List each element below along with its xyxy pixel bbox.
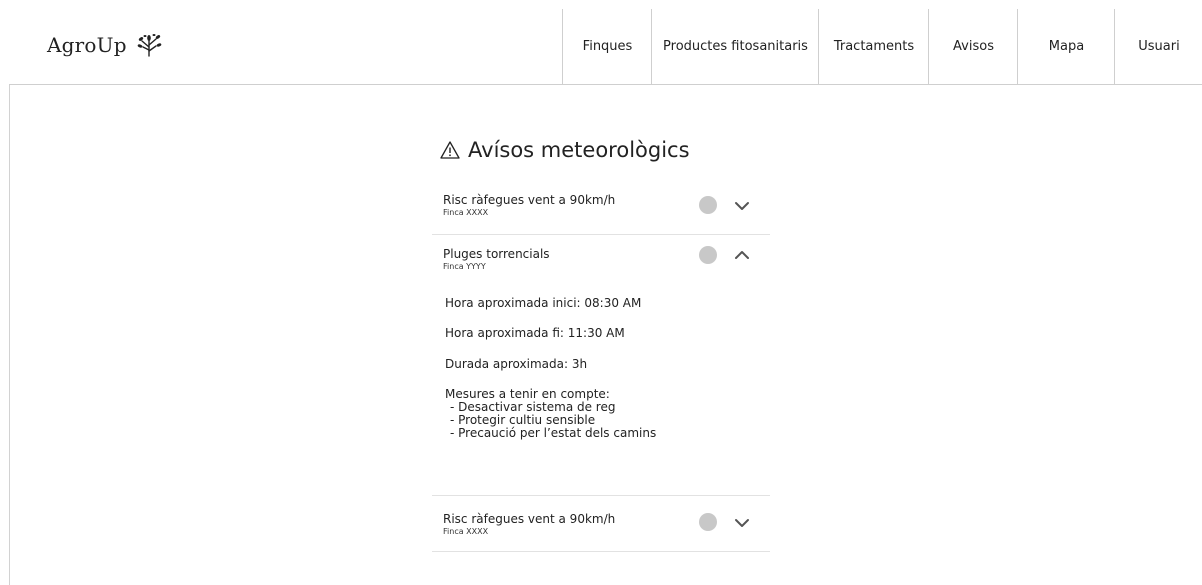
nav-item-tractaments[interactable]: Tractaments — [818, 9, 929, 84]
alert-item[interactable]: Risc ràfegues vent a 90km/h Finca XXXX — [432, 189, 770, 234]
page-title: Avísos meteorològics — [468, 138, 690, 162]
status-dot — [699, 246, 717, 264]
nav-item-label: Mapa — [1048, 39, 1085, 54]
nav-item-label: Finques — [582, 39, 633, 54]
page-title-row: Avísos meteorològics — [440, 138, 690, 162]
nav-item-finques[interactable]: Finques — [562, 9, 652, 84]
nav-item-label: Usuari — [1138, 39, 1180, 54]
chevron-up-icon[interactable] — [734, 250, 750, 260]
warning-icon — [440, 141, 460, 159]
alert-item-expanded[interactable]: Pluges torrencials Finca YYYY Hora aprox… — [432, 235, 770, 495]
alert-farm: Finca XXXX — [443, 208, 489, 217]
alert-duration: Durada aproximada: 3h — [445, 357, 588, 371]
nav-item-label: Tractaments — [833, 39, 915, 54]
top-navigation-bar: AgroUp Finques Productes fitosanitaris T… — [9, 9, 1202, 85]
main-nav: Finques Productes fitosanitaris Tractame… — [9, 9, 1202, 84]
nav-item-usuari[interactable]: Usuari — [1114, 9, 1202, 84]
alert-farm: Finca XXXX — [443, 527, 489, 536]
nav-item-productes-fitosanitaris[interactable]: Productes fitosanitaris — [651, 9, 819, 84]
alert-title: Risc ràfegues vent a 90km/h — [443, 193, 616, 207]
alert-title: Risc ràfegues vent a 90km/h — [443, 512, 616, 526]
alert-title: Pluges torrencials — [443, 247, 550, 261]
chevron-down-icon[interactable] — [734, 518, 750, 528]
alert-measure-item: - Precaució per l’estat dels camins — [450, 426, 657, 440]
alert-end-time: Hora aproximada fi: 11:30 AM — [445, 326, 625, 340]
nav-item-label: Avisos — [953, 39, 994, 54]
alert-farm: Finca YYYY — [443, 262, 486, 271]
alert-measures-heading: Mesures a tenir en compte: — [445, 387, 610, 401]
alert-start-time: Hora aproximada inici: 08:30 AM — [445, 296, 642, 310]
status-dot — [699, 196, 717, 214]
nav-item-avisos[interactable]: Avisos — [928, 9, 1018, 84]
nav-item-mapa[interactable]: Mapa — [1017, 9, 1115, 84]
nav-item-label: Productes fitosanitaris — [663, 39, 808, 54]
status-dot — [699, 513, 717, 531]
chevron-down-icon[interactable] — [734, 201, 750, 211]
alert-item[interactable]: Risc ràfegues vent a 90km/h Finca XXXX — [432, 496, 770, 551]
divider — [432, 551, 770, 552]
